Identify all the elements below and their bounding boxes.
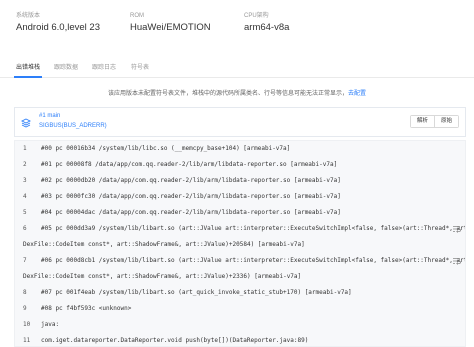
stack-line: 10 java: <box>15 318 465 332</box>
line-number: 11 <box>23 337 31 344</box>
stack-line: 7 #06 pc 000d8cb1 /system/lib/libart.so … <box>15 254 466 268</box>
stack-frame: #07 pc 001f4eab /system/lib/libart.so (a… <box>41 289 352 296</box>
line-number: 1 <box>23 145 27 152</box>
stack-frame: java: <box>41 321 60 328</box>
tab-bar: 出错堆栈 跟踪数据 跟踪日志 符号表 <box>0 62 474 78</box>
line-wrap-icon <box>453 226 461 233</box>
stack-frame: #05 pc 000dd3a9 /system/lib/libart.so (a… <box>41 225 466 232</box>
stack-line: 6 #05 pc 000dd3a9 /system/lib/libart.so … <box>15 222 466 236</box>
tab-stack[interactable]: 出错堆栈 <box>16 63 40 73</box>
stack-frame: #06 pc 000d8cb1 /system/lib/libart.so (a… <box>41 257 466 264</box>
stack-line: 3 #02 pc 0000db20 /data/app/com.qq.reade… <box>15 174 465 188</box>
device-info: 系统版本 Android 6.0,level 23 ROM HuaWei/EMO… <box>16 12 466 38</box>
stack-line: 1 #00 pc 00016b34 /system/lib/libc.so (_… <box>15 142 465 156</box>
stack-line: 2 #01 pc 00008f8 /data/app/com.qq.reader… <box>15 158 465 172</box>
stack-frame: #02 pc 0000db20 /data/app/com.qq.reader-… <box>41 177 341 184</box>
info-os-label: 系统版本 <box>16 13 41 19</box>
line-number: 3 <box>23 177 27 184</box>
stack-frame: #00 pc 00016b34 /system/lib/libc.so (__m… <box>41 145 291 152</box>
line-number: 4 <box>23 193 27 200</box>
stack-frame: #08 pc f4bf593c <unknown> <box>41 305 132 312</box>
parse-button[interactable]: 解析 <box>410 116 434 127</box>
thread-header: #1 main SIGBUS(BUS_ADRERR) 解析 原始 <box>14 107 466 137</box>
thread-signal: SIGBUS(BUS_ADRERR) <box>39 123 107 129</box>
notice-text: 该应用版本未配置符号表文件，堆栈中的源代码所属类名、行号等信息可能无法正常显示， <box>107 91 348 97</box>
info-rom: ROM HuaWei/EMOTION <box>130 12 211 35</box>
tab-trace-data[interactable]: 跟踪数据 <box>54 63 78 73</box>
stack-line: 4 #03 pc 0000fc30 /data/app/com.qq.reade… <box>15 190 465 204</box>
stack-trace: 1 #00 pc 00016b34 /system/lib/libc.so (_… <box>14 140 466 347</box>
active-tab-indicator <box>14 76 42 78</box>
stack-line: 5 #04 pc 00004dac /data/app/com.qq.reade… <box>15 206 465 220</box>
line-wrap-icon <box>453 258 461 265</box>
info-cpu-value: arm64-v8a <box>244 22 290 33</box>
stack-frame: #04 pc 00004dac /data/app/com.qq.reader-… <box>41 209 341 216</box>
configure-link[interactable]: 去配置 <box>348 91 366 97</box>
line-number: 6 <box>23 225 27 232</box>
info-cpu: CPU架构 arm64-v8a <box>244 12 289 35</box>
line-number: 8 <box>23 289 27 296</box>
raw-button[interactable]: 原始 <box>433 116 458 127</box>
info-os-value: Android 6.0,level 23 <box>16 22 100 33</box>
stack-line: 8 #07 pc 001f4eab /system/lib/libart.so … <box>15 286 465 300</box>
thread-name: #1 main <box>39 113 61 119</box>
stack-frame: DexFile::CodeItem const*, art::ShadowFra… <box>23 273 302 280</box>
line-number: 10 <box>23 321 31 328</box>
stack-line-continuation: DexFile::CodeItem const*, art::ShadowFra… <box>15 238 465 252</box>
line-number: 7 <box>23 257 27 264</box>
info-rom-value: HuaWei/EMOTION <box>130 22 211 33</box>
tab-symbols[interactable]: 符号表 <box>131 63 149 73</box>
stack-frame: #03 pc 0000fc30 /data/app/com.qq.reader-… <box>41 193 341 200</box>
stack-frame: DexFile::CodeItem const*, art::ShadowFra… <box>23 241 305 248</box>
layers-icon <box>21 118 31 128</box>
symbol-notice: 该应用版本未配置符号表文件，堆栈中的源代码所属类名、行号等信息可能无法正常显示，… <box>0 89 474 99</box>
info-cpu-label: CPU架构 <box>244 13 269 19</box>
line-number: 9 <box>23 305 27 312</box>
tab-trace-log[interactable]: 跟踪日志 <box>92 63 116 73</box>
stack-line-continuation: DexFile::CodeItem const*, art::ShadowFra… <box>15 270 465 284</box>
info-os: 系统版本 Android 6.0,level 23 <box>16 12 100 35</box>
info-rom-label: ROM <box>130 13 144 19</box>
stack-line: 9 #08 pc f4bf593c <unknown> <box>15 302 465 316</box>
line-number: 5 <box>23 209 27 216</box>
stack-frame: #01 pc 00008f8 /data/app/com.qq.reader-2… <box>41 161 338 168</box>
line-number: 2 <box>23 161 27 168</box>
view-mode-toggle: 解析 原始 <box>409 115 459 128</box>
stack-line: 11 com.iget.datareporter.DataReporter.vo… <box>15 334 465 346</box>
stack-frame: com.iget.datareporter.DataReporter.void … <box>41 337 309 344</box>
